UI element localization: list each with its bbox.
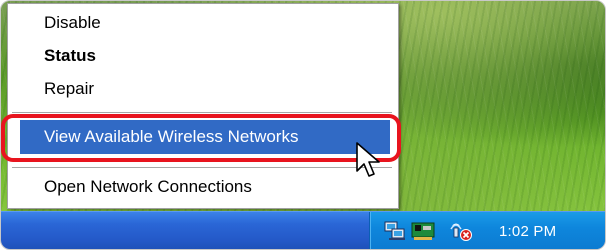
- network-context-menu: Disable Status Repair View Available Wir…: [7, 3, 399, 209]
- network-connection-icon[interactable]: [383, 220, 407, 242]
- menu-item-status[interactable]: Status: [8, 43, 398, 69]
- network-card-icon[interactable]: [411, 220, 435, 242]
- taskbar-clock[interactable]: 1:02 PM: [499, 223, 556, 240]
- menu-separator: [12, 167, 392, 168]
- menu-item-repair[interactable]: Repair: [8, 76, 398, 102]
- menu-item-disable[interactable]: Disable: [8, 10, 398, 36]
- screenshot-frame: Disable Status Repair View Available Wir…: [0, 0, 606, 250]
- system-tray: 1:02 PM: [369, 212, 605, 249]
- menu-separator: [12, 112, 392, 113]
- menu-item-open-network-connections[interactable]: Open Network Connections: [8, 174, 398, 200]
- taskbar: 1:02 PM: [1, 211, 605, 249]
- arrow-cursor-icon: [356, 142, 380, 177]
- red-highlight-annotation: [1, 114, 401, 162]
- wireless-network-icon[interactable]: [449, 220, 473, 242]
